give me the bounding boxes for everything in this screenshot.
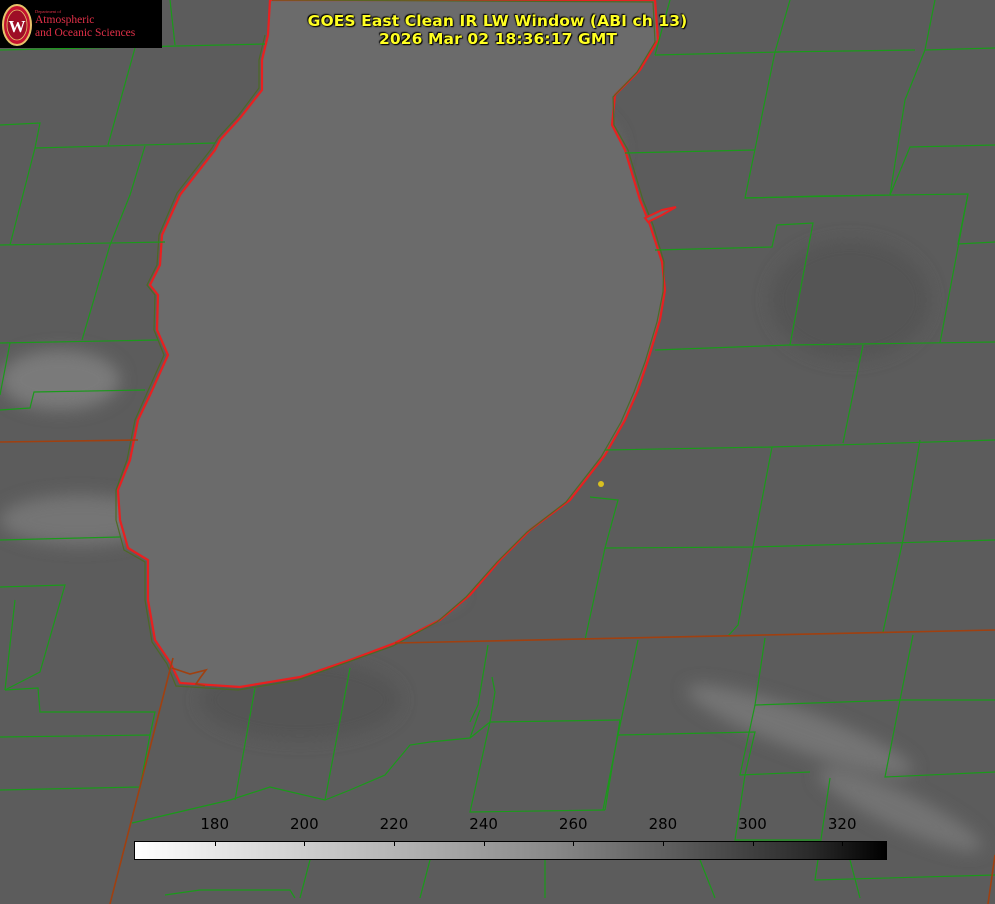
colorbar-tick-mark (662, 841, 664, 846)
colorbar-gradient (134, 841, 887, 860)
colorbar-tick-label: 280 (648, 815, 678, 833)
satellite-map (0, 0, 995, 904)
colorbar-tick-label: 260 (558, 815, 588, 833)
colorbar-tick-mark (483, 841, 485, 846)
colorbar-tick-mark (304, 841, 306, 846)
title-timestamp: 2026 Mar 02 18:36:17 GMT (378, 30, 618, 48)
image-title: GOES East Clean IR LW Window (ABI ch 13)… (0, 12, 995, 48)
colorbar-tick-label: 220 (379, 815, 409, 833)
colorbar-tick-mark (393, 841, 395, 846)
colorbar-tick-label: 180 (200, 815, 229, 833)
colorbar-tick-label: 320 (827, 815, 857, 833)
colorbar: 180 200 220 240 260 280 300 320 (134, 815, 887, 860)
colorbar-tick-label: 200 (289, 815, 319, 833)
colorbar-tick-label: 240 (469, 815, 498, 833)
colorbar-tick-mark (842, 841, 844, 846)
title-product: GOES East Clean IR LW Window (ABI ch 13) (307, 12, 688, 30)
colorbar-tick-label: 300 (738, 815, 767, 833)
colorbar-tick-mark (214, 841, 216, 846)
station-marker (598, 481, 604, 487)
colorbar-tick-mark (752, 841, 754, 846)
colorbar-tick-mark (573, 841, 575, 846)
